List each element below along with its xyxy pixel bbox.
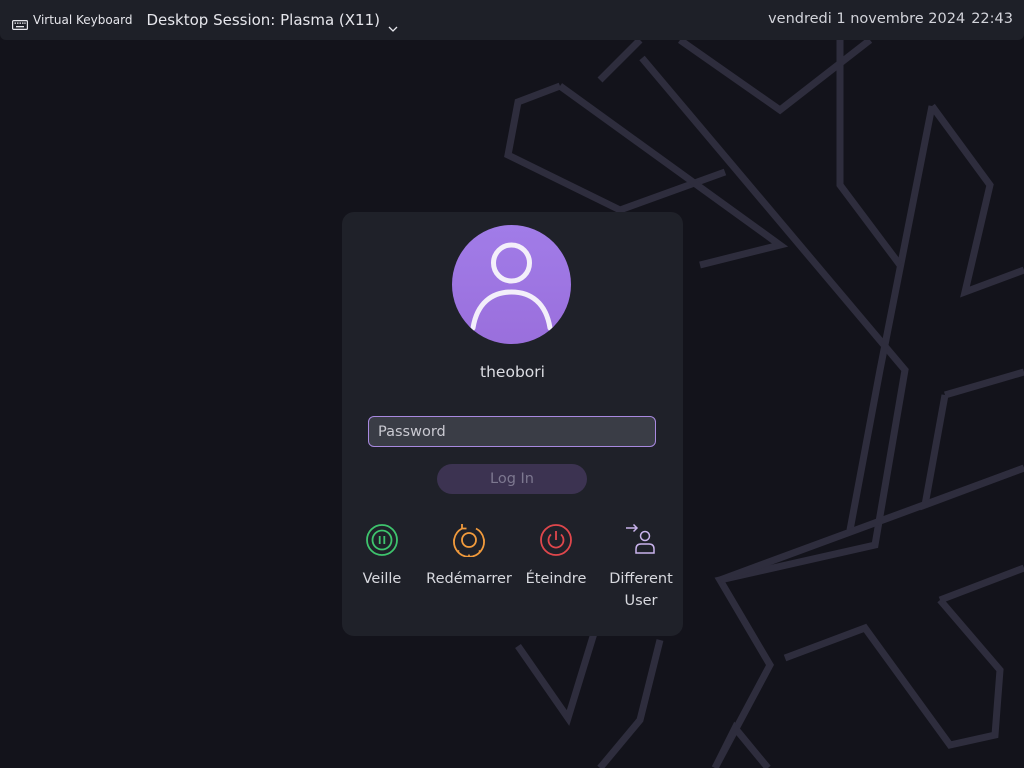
password-field[interactable]: [368, 416, 656, 447]
restart-button[interactable]: Redémarrer: [426, 523, 512, 590]
different-user-button[interactable]: Different User: [598, 523, 684, 612]
avatar: [452, 225, 571, 344]
keyboard-icon: [12, 15, 29, 31]
virtual-keyboard-label: Virtual Keyboard: [33, 13, 133, 27]
login-card: theobori Log In Veille Redémarrer Éteind…: [342, 212, 683, 636]
top-bar: Virtual Keyboard Desktop Session: Plasma…: [0, 0, 1024, 40]
sleep-button[interactable]: Veille: [339, 523, 425, 590]
session-label: Desktop Session: Plasma (X11): [146, 11, 380, 29]
shutdown-button[interactable]: Éteindre: [513, 523, 599, 590]
sleep-label: Veille: [362, 571, 402, 587]
virtual-keyboard-button[interactable]: Virtual Keyboard: [8, 5, 136, 35]
login-button[interactable]: Log In: [437, 464, 587, 494]
sleep-icon: [365, 523, 399, 557]
session-selector[interactable]: Desktop Session: Plasma (X11): [146, 5, 398, 35]
different-user-label: Different User: [609, 571, 673, 609]
shutdown-label: Éteindre: [525, 571, 587, 587]
chevron-down-icon: [388, 17, 398, 32]
switch-user-icon: [624, 523, 658, 557]
power-icon: [539, 523, 573, 557]
clock-date: vendredi 1 novembre 2024: [768, 11, 966, 27]
user-avatar-icon: [470, 242, 553, 331]
clock-time: 22:43: [971, 11, 1013, 27]
login-screen: Virtual Keyboard Desktop Session: Plasma…: [0, 0, 1024, 768]
clock: vendredi 1 novembre 2024 22:43: [768, 11, 1013, 27]
restart-icon: [452, 523, 486, 558]
restart-label: Redémarrer: [426, 571, 512, 587]
username: theobori: [480, 363, 545, 381]
